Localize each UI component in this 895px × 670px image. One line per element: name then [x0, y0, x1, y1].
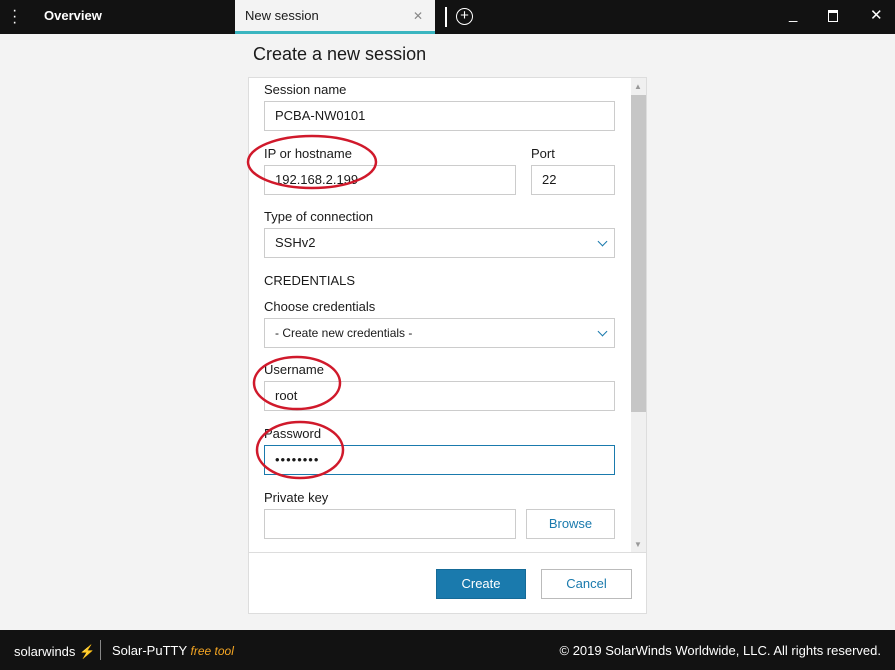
connection-type-label: Type of connection: [264, 209, 374, 224]
browse-button[interactable]: Browse: [526, 509, 615, 539]
title-bar: · · · Overview New session ✕ + _ ✕: [0, 0, 895, 34]
password-label: Password: [264, 426, 322, 441]
connection-type-select[interactable]: SSHv2: [264, 228, 615, 258]
page-title: Create a new session: [253, 44, 427, 64]
selected-value: - Create new credentials -: [275, 326, 413, 340]
product-name: Solar-PuTTY free tool: [112, 643, 234, 658]
choose-credentials-label: Choose credentials: [264, 299, 376, 314]
tab-overview[interactable]: Overview: [44, 0, 102, 34]
scrollbar-thumb[interactable]: [631, 95, 646, 412]
close-tab-icon[interactable]: ✕: [413, 0, 423, 32]
copyright: © 2019 SolarWinds Worldwide, LLC. All ri…: [559, 643, 881, 658]
free-tool-tag: free tool: [190, 644, 234, 658]
tab-label: New session: [245, 8, 319, 23]
host-input[interactable]: 192.168.2.199: [264, 165, 516, 195]
tab-new-session[interactable]: New session ✕: [235, 0, 435, 34]
session-name-input[interactable]: PCBA-NW0101: [264, 101, 615, 131]
divider: [100, 640, 101, 660]
host-label: IP or hostname: [264, 146, 352, 161]
minimize-icon[interactable]: _: [789, 6, 797, 23]
cancel-button[interactable]: Cancel: [541, 569, 632, 599]
password-input[interactable]: ••••••••: [264, 445, 615, 475]
scroll-up-icon[interactable]: ▲: [634, 82, 642, 91]
create-button[interactable]: Create: [436, 569, 526, 599]
port-input[interactable]: 22: [531, 165, 615, 195]
scroll-down-icon[interactable]: ▼: [634, 540, 642, 549]
divider: [249, 552, 646, 553]
close-window-icon[interactable]: ✕: [870, 6, 883, 24]
port-label: Port: [531, 146, 555, 161]
menu-icon[interactable]: · · ·: [12, 3, 20, 31]
private-key-label: Private key: [264, 490, 329, 505]
divider: [445, 7, 447, 27]
username-input[interactable]: root: [264, 381, 615, 411]
add-tab-icon[interactable]: +: [456, 8, 473, 25]
brand-logo: solarwinds ⚡: [14, 644, 96, 659]
maximize-icon[interactable]: [828, 10, 838, 22]
choose-credentials-select[interactable]: - Create new credentials -: [264, 318, 615, 348]
session-name-label: Session name: [264, 82, 347, 97]
username-label: Username: [264, 362, 324, 377]
status-bar: solarwinds ⚡ Solar-PuTTY free tool © 201…: [0, 630, 895, 670]
product-label: Solar-PuTTY: [112, 643, 187, 658]
credentials-heading: CREDENTIALS: [264, 273, 356, 288]
private-key-input[interactable]: [264, 509, 516, 539]
selected-value: SSHv2: [275, 235, 316, 250]
